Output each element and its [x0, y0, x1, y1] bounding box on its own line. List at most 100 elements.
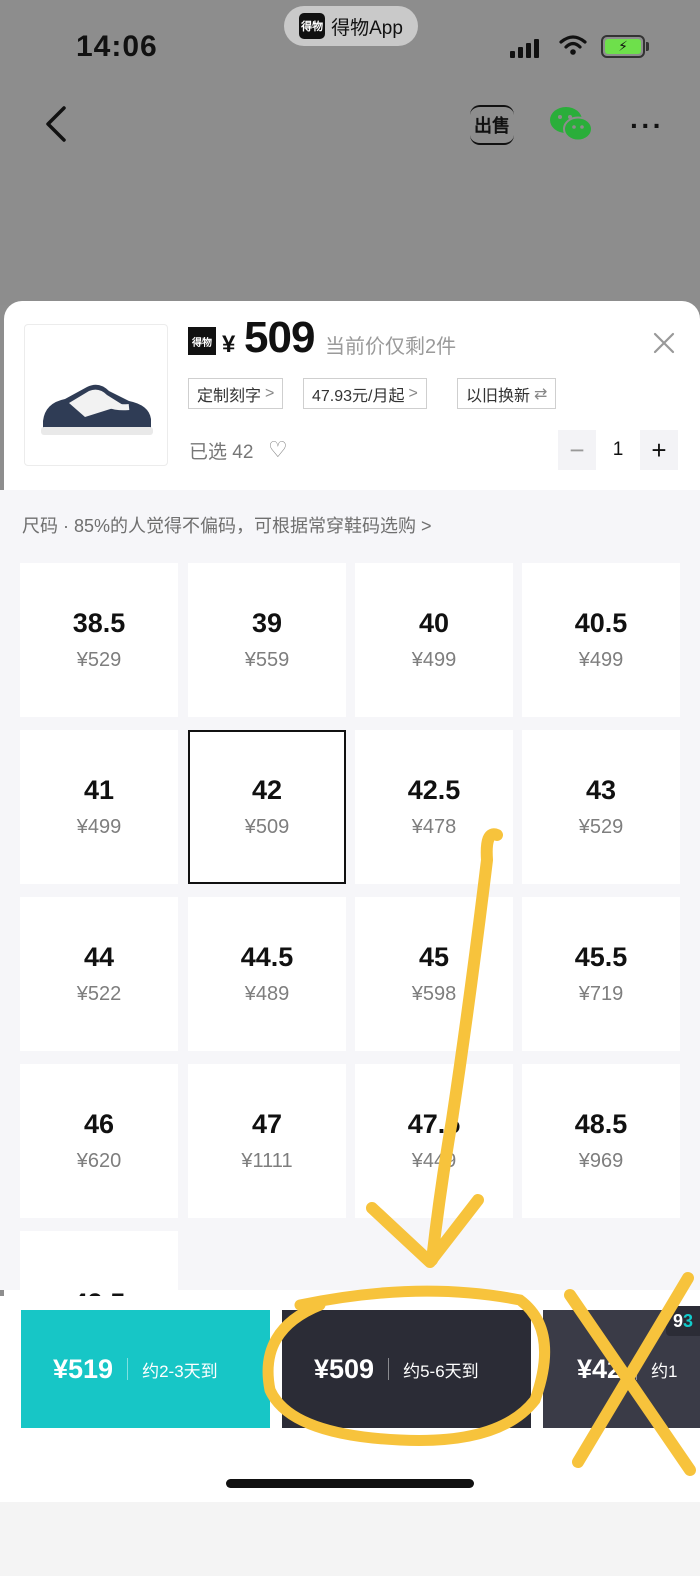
size-option[interactable]: 38.5 ¥529 [20, 563, 178, 717]
badge-digit-highlight: 3 [683, 1310, 694, 1331]
divider [388, 1358, 390, 1380]
bottom-safe-area [0, 1502, 700, 1576]
tag-label: 定制刻字 [197, 387, 262, 405]
size-value: 46 [83, 1109, 115, 1139]
app-indicator-pill: 得物 得物App [284, 6, 418, 46]
product-price: 509 [244, 313, 315, 362]
home-indicator[interactable] [226, 1479, 474, 1488]
size-price: ¥489 [244, 983, 290, 1005]
size-price: ¥719 [578, 983, 624, 1005]
size-option[interactable]: 47 ¥1111 [188, 1064, 346, 1218]
badge-digit: 9 [672, 1310, 683, 1331]
size-price: ¥529 [76, 649, 122, 671]
size-option-selected[interactable]: 42 ¥509 [188, 730, 346, 884]
status-time: 14:06 [76, 30, 158, 63]
stock-note: 当前价仅剩2件 [325, 336, 457, 358]
battery-tip [646, 42, 649, 51]
size-value: 40.5 [574, 608, 628, 638]
size-option[interactable]: 47.5 ¥449 [355, 1064, 513, 1218]
more-options-button[interactable]: ··· [630, 110, 664, 142]
size-price: ¥620 [76, 1150, 122, 1172]
increase-quantity-button[interactable]: + [640, 430, 678, 470]
size-option[interactable]: 46 ¥620 [20, 1064, 178, 1218]
signal-icon [510, 38, 539, 58]
size-value: 40 [418, 608, 450, 638]
size-option[interactable]: 42.5 ¥478 [355, 730, 513, 884]
sneaker-image [41, 384, 153, 435]
size-value: 47 [251, 1109, 283, 1139]
size-price: ¥499 [578, 649, 624, 671]
buy-price: ¥509 [314, 1353, 375, 1384]
decrease-quantity-button[interactable]: − [558, 430, 596, 470]
brand-logo: 得物 [188, 327, 216, 355]
wechat-icon[interactable] [548, 104, 594, 144]
battery-icon: ⚡ [601, 35, 645, 58]
selected-size-label: 已选 42 [189, 442, 254, 463]
app-name: 得物App [331, 17, 403, 39]
size-value: 38.5 [72, 608, 126, 638]
chevron-right-icon: > [265, 384, 275, 402]
quantity-value: 1 [612, 439, 624, 460]
size-price: ¥969 [578, 1150, 624, 1172]
sell-button[interactable]: 出售 [470, 105, 514, 145]
size-value: 39 [251, 608, 283, 638]
currency-symbol: ¥ [222, 331, 236, 358]
size-value: 45.5 [574, 942, 628, 972]
size-option[interactable]: 44.5 ¥489 [188, 897, 346, 1051]
size-price: ¥509 [244, 816, 290, 838]
tag-label: 以旧换新 [466, 387, 531, 405]
size-option[interactable]: 48.5 ¥969 [522, 1064, 680, 1218]
size-price: ¥1111 [241, 1150, 293, 1172]
delivery-estimate: 约5-6天到 [403, 1361, 479, 1381]
size-fit-hint[interactable]: 尺码 · 85%的人觉得不偏码，可根据常穿鞋码选购 > [22, 512, 432, 538]
discount-badge: 93 [666, 1306, 700, 1336]
size-value: 44.5 [240, 942, 294, 972]
swap-icon: ⇄ [534, 385, 548, 403]
size-price: ¥522 [76, 983, 122, 1005]
divider [636, 1358, 638, 1380]
size-option[interactable]: 43 ¥529 [522, 730, 680, 884]
buy-fast-delivery-button[interactable]: ¥519 约2-3天到 [21, 1310, 270, 1428]
engraving-tag[interactable]: 定制刻字 > [188, 378, 284, 409]
tag-label: 47.93元/月起 [312, 387, 405, 405]
size-option[interactable]: 39 ¥559 [188, 563, 346, 717]
size-price: ¥499 [411, 649, 457, 671]
close-icon[interactable] [652, 331, 676, 355]
size-value: 45 [418, 942, 450, 972]
size-option[interactable]: 40 ¥499 [355, 563, 513, 717]
size-value: 42.5 [407, 775, 461, 805]
size-price: ¥478 [411, 816, 457, 838]
size-option[interactable]: 40.5 ¥499 [522, 563, 680, 717]
size-price: ¥499 [76, 816, 122, 838]
wifi-icon [559, 35, 587, 55]
buy-price: ¥42 [577, 1353, 623, 1384]
size-value: 47.5 [407, 1109, 461, 1139]
size-option[interactable]: 45.5 ¥719 [522, 897, 680, 1051]
size-option[interactable]: 44 ¥522 [20, 897, 178, 1051]
app-logo: 得物 [299, 13, 326, 39]
buy-standard-delivery-button[interactable]: ¥509 约5-6天到 [282, 1310, 531, 1428]
size-price: ¥559 [244, 649, 290, 671]
size-price: ¥598 [411, 983, 457, 1005]
size-price: ¥449 [411, 1150, 457, 1172]
size-value: 43 [585, 775, 617, 805]
size-option[interactable]: 45 ¥598 [355, 897, 513, 1051]
size-value: 41 [83, 775, 115, 805]
size-value: 44 [83, 942, 115, 972]
delivery-estimate: 约1 [651, 1361, 678, 1381]
size-value: 48.5 [574, 1109, 628, 1139]
chevron-left-icon[interactable] [38, 104, 78, 144]
delivery-estimate: 约2-3天到 [142, 1361, 218, 1381]
divider [127, 1358, 129, 1380]
size-price: ¥529 [578, 816, 624, 838]
buy-price: ¥519 [53, 1353, 114, 1384]
size-option[interactable]: 41 ¥499 [20, 730, 178, 884]
installment-tag[interactable]: 47.93元/月起 > [303, 378, 427, 409]
chevron-right-icon: > [408, 384, 418, 402]
product-thumbnail[interactable] [24, 324, 168, 466]
battery-charging-icon: ⚡ [605, 38, 641, 54]
size-value: 42 [251, 775, 283, 805]
heart-icon[interactable]: ♡ [268, 437, 288, 463]
trade-in-tag[interactable]: 以旧换新 ⇄ [457, 378, 557, 409]
quantity-stepper: − 1 + [558, 430, 678, 470]
